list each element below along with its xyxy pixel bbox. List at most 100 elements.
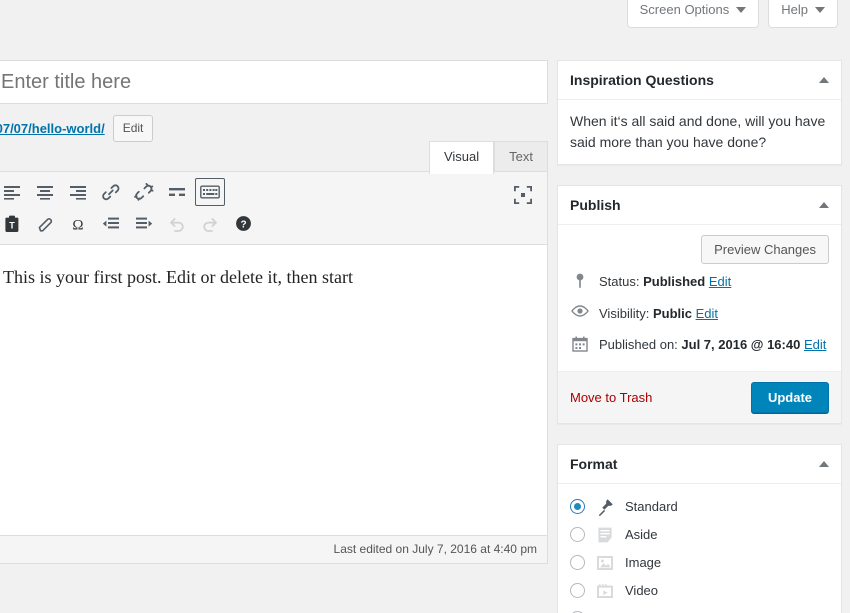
unlink-icon[interactable] [129,178,159,206]
visibility-label: Visibility: [599,305,650,321]
publish-date-row: Published on: Jul 7, 2016 @ 16:40 Edit [570,335,829,355]
format-options-list: Standard Aside Image Video [558,484,841,613]
edit-permalink-button[interactable]: Edit [112,115,154,142]
publish-visibility-text: Visibility: Public Edit [599,304,718,324]
radio-video[interactable] [570,583,585,598]
post-content-text: This is your first post. Edit or delete … [3,266,353,287]
inspiration-question-text: When it‘s all said and done, will you ha… [570,113,826,150]
chevron-up-icon[interactable] [819,202,829,208]
preview-row: Preview Changes [570,235,829,264]
format-option-aside[interactable]: Aside [570,521,829,549]
panel-header-format[interactable]: Format [558,445,841,484]
format-option-video[interactable]: Video [570,577,829,605]
paste-as-text-icon[interactable]: T [0,210,27,238]
quote-icon [595,610,615,613]
format-label-image: Image [625,555,662,570]
panel-inspiration-questions: Inspiration Questions When it‘s all said… [557,60,842,165]
chevron-up-icon[interactable] [819,77,829,83]
chevron-down-icon [736,6,747,13]
permalink-link[interactable]: /07/07/hello-world/ [0,121,105,136]
format-label-video: Video [625,583,659,598]
panel-title-publish: Publish [570,197,621,213]
toolbar-row-2: T Ω ? [0,208,545,240]
panel-header-inspiration[interactable]: Inspiration Questions [558,61,841,100]
indent-icon[interactable] [129,210,159,238]
panel-title-format: Format [570,455,618,472]
editor-status-bar: Last edited on July 7, 2016 at 4:40 pm [0,535,548,564]
screen-options-label: Screen Options [639,2,730,17]
toolbar-row-1 [0,176,545,208]
preview-changes-button[interactable]: Preview Changes [701,235,829,264]
format-label-aside: Aside [625,527,658,542]
move-to-trash-link[interactable]: Move to Trash [570,390,652,405]
published-label: Published on: [599,337,678,352]
video-icon [595,582,615,600]
radio-standard[interactable] [570,499,585,514]
post-content-area[interactable]: This is your first post. Edit or delete … [0,244,548,536]
radio-image[interactable] [570,555,585,570]
format-option-standard[interactable]: Standard [570,493,829,521]
published-value: Jul 7, 2016 @ 16:40 [681,337,801,352]
panel-body-inspiration: When it‘s all said and done, will you ha… [558,100,841,164]
keyboard-shortcuts-icon[interactable] [195,177,225,206]
align-right-icon[interactable] [63,178,93,206]
pin-icon [570,272,590,289]
chevron-down-icon [815,6,825,13]
svg-text:Ω: Ω [72,217,83,233]
editor-wrapper: Visual Text T Ω ? This is your first pos… [0,140,548,564]
pushpin-icon [595,498,615,516]
post-editor-column: /07/07/hello-world/ Edit Visual Text [0,60,548,564]
outdent-icon[interactable] [96,210,126,238]
panel-publish: Publish Preview Changes Status: Publishe… [557,185,842,424]
special-character-icon[interactable]: Ω [63,210,93,238]
aside-document-icon [595,526,615,544]
panel-title-inspiration: Inspiration Questions [570,72,714,88]
post-title-box [0,60,548,104]
fullscreen-icon[interactable] [509,181,537,209]
align-left-icon[interactable] [0,178,27,206]
wordpress-post-editor-screen: Screen Options Help /07/07/hello-world/ … [0,0,850,613]
redo-icon[interactable] [195,210,225,238]
post-title-input[interactable] [0,61,547,103]
tab-text[interactable]: Text [494,140,548,174]
help-button[interactable]: Help [768,0,838,28]
screen-options-button[interactable]: Screen Options [626,0,760,28]
post-sidebar: Inspiration Questions When it‘s all said… [557,60,842,613]
format-option-image[interactable]: Image [570,549,829,577]
publish-details: Preview Changes Status: Published Edit V… [558,225,841,371]
panel-header-publish[interactable]: Publish [558,186,841,225]
panel-format: Format Standard Aside Image Video [557,443,842,613]
edit-published-link[interactable]: Edit [804,337,826,352]
help-label: Help [781,2,808,17]
undo-icon[interactable] [162,210,192,238]
align-center-icon[interactable] [30,178,60,206]
update-button[interactable]: Update [750,381,829,413]
status-value: Published [643,274,706,289]
publish-status-text: Status: Published Edit [599,272,731,292]
status-label: Status: [599,274,640,289]
edit-visibility-link[interactable]: Edit [696,306,718,321]
radio-aside[interactable] [570,527,585,542]
format-label-standard: Standard [625,499,678,514]
publish-date-text: Published on: Jul 7, 2016 @ 16:40 Edit [599,335,829,355]
tab-visual[interactable]: Visual [428,140,495,174]
help-icon[interactable]: ? [228,210,258,238]
link-icon[interactable] [96,178,126,206]
image-icon [595,554,615,572]
eye-icon [570,304,590,317]
calendar-icon [570,335,590,352]
read-more-icon[interactable] [162,178,192,206]
editor-mode-tabs: Visual Text [428,140,548,174]
visibility-value: Public [652,305,692,321]
svg-text:?: ? [240,220,246,231]
svg-text:T: T [9,220,15,230]
last-edited-text: Last edited on July 7, 2016 at 4:40 pm [333,541,537,556]
screen-meta-bar: Screen Options Help [626,0,838,28]
clear-formatting-icon[interactable] [30,210,60,238]
editor-toolbar: T Ω ? [0,170,548,245]
chevron-up-icon[interactable] [819,460,829,467]
format-option-quote[interactable]: Quote [570,605,829,613]
publish-status-row: Status: Published Edit [570,272,829,292]
edit-status-link[interactable]: Edit [709,274,731,289]
publish-visibility-row: Visibility: Public Edit [570,304,829,324]
